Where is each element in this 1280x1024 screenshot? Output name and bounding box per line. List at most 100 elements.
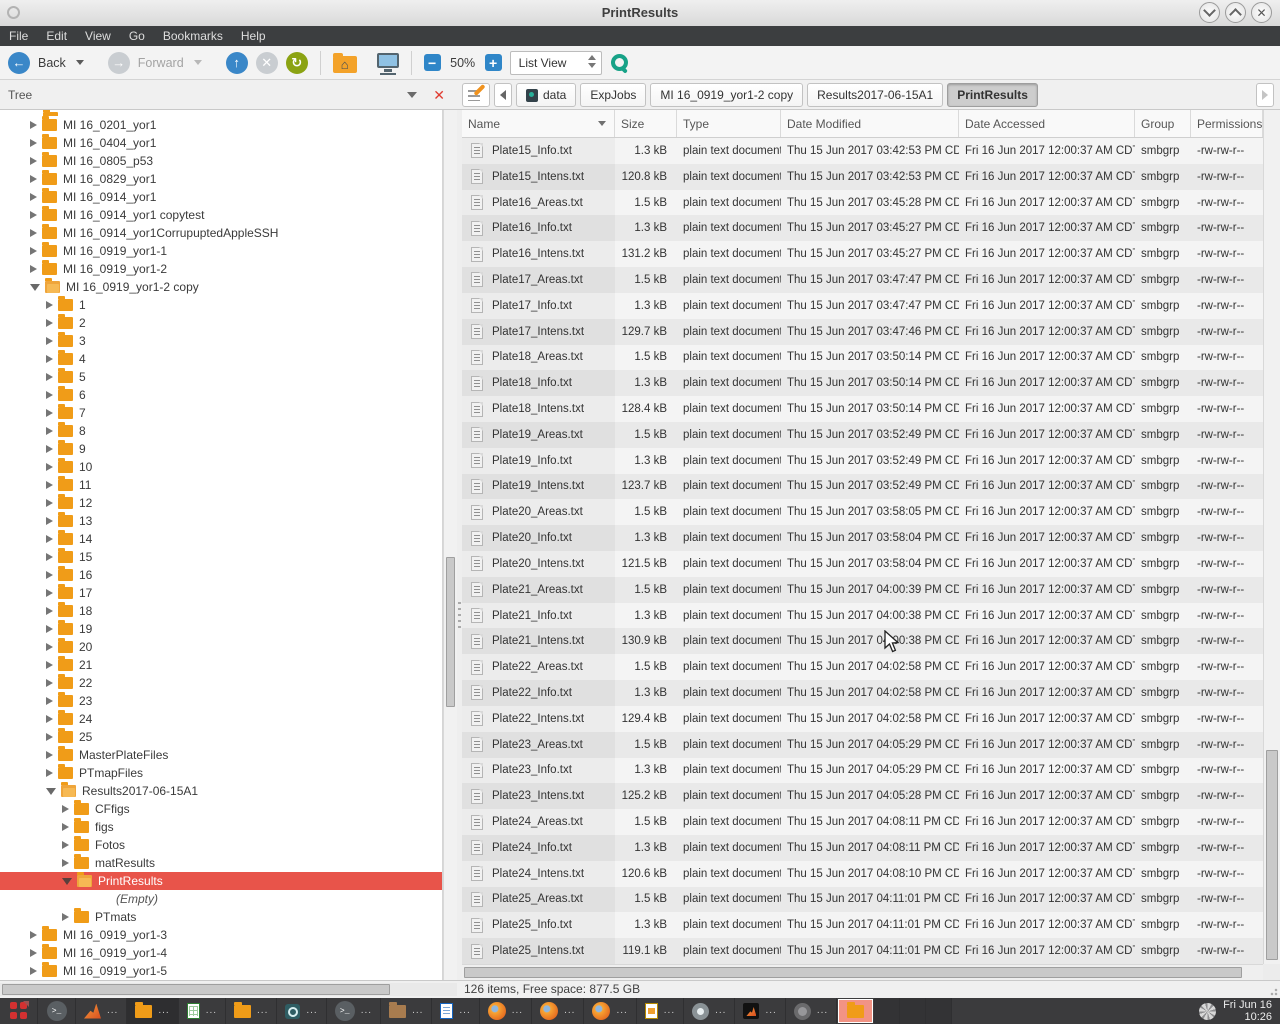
expand-icon[interactable]	[46, 643, 53, 651]
tree-item[interactable]: 17	[0, 584, 442, 602]
back-dropdown-icon[interactable]	[76, 60, 84, 65]
expand-icon[interactable]	[46, 733, 53, 741]
file-row[interactable]: Plate21_Intens.txt130.9 kBplain text doc…	[462, 628, 1263, 654]
file-row[interactable]: Plate21_Info.txt1.3 kBplain text documen…	[462, 603, 1263, 629]
taskbar-item[interactable]: ...	[480, 998, 532, 1024]
file-row[interactable]: Plate16_Areas.txt1.5 kBplain text docume…	[462, 190, 1263, 216]
tree-item[interactable]: MI 16_0914_yor1	[0, 188, 442, 206]
tree-item[interactable]: 22	[0, 674, 442, 692]
breadcrumb-scroll-right-button[interactable]	[1256, 83, 1274, 107]
tree-item[interactable]: 14	[0, 530, 442, 548]
taskbar-item[interactable]: ...	[786, 998, 837, 1024]
menu-item-help[interactable]: Help	[232, 26, 275, 46]
taskbar-item[interactable]: ...	[277, 998, 326, 1024]
expand-icon[interactable]	[30, 247, 37, 255]
expand-icon[interactable]	[30, 157, 37, 165]
tree-item[interactable]: 19	[0, 620, 442, 638]
expand-icon[interactable]	[30, 967, 37, 975]
file-row[interactable]: Plate17_Areas.txt1.5 kBplain text docume…	[462, 267, 1263, 293]
expand-icon[interactable]	[62, 805, 69, 813]
tree-item[interactable]: MI 16_0914_yor1CorrupuptedAppleSSH	[0, 224, 442, 242]
collapse-icon[interactable]	[30, 284, 40, 291]
desktop-button[interactable]	[377, 53, 399, 68]
tree-item[interactable]: MI 16_0919_yor1-2 copy	[0, 278, 442, 296]
tree-item[interactable]: 13	[0, 512, 442, 530]
file-row[interactable]: Plate24_Intens.txt120.6 kBplain text doc…	[462, 861, 1263, 887]
list-horizontal-scrollbar[interactable]	[462, 964, 1263, 980]
column-header-date-accessed[interactable]: Date Accessed	[959, 110, 1135, 137]
file-row[interactable]: Plate19_Info.txt1.3 kBplain text documen…	[462, 448, 1263, 474]
taskbar-item[interactable]: >_...	[327, 998, 381, 1024]
pinwheel-icon[interactable]	[1199, 1003, 1216, 1020]
tree-item[interactable]: MI 16_0201_yor1	[0, 116, 442, 134]
tree-item[interactable]: MI 16_0829_yor1	[0, 170, 442, 188]
file-row[interactable]: Plate19_Areas.txt1.5 kBplain text docume…	[462, 422, 1263, 448]
file-row[interactable]: Plate25_Intens.txt119.1 kBplain text doc…	[462, 938, 1263, 964]
list-vertical-scrollbar[interactable]	[1263, 110, 1280, 964]
expand-icon[interactable]	[30, 193, 37, 201]
close-button[interactable]: ✕	[1251, 2, 1272, 23]
expand-icon[interactable]	[46, 679, 53, 687]
file-row[interactable]: Plate20_Info.txt1.3 kBplain text documen…	[462, 525, 1263, 551]
expand-icon[interactable]	[46, 715, 53, 723]
expand-icon[interactable]	[46, 769, 53, 777]
expand-icon[interactable]	[46, 589, 53, 597]
expand-icon[interactable]	[46, 319, 53, 327]
search-button[interactable]	[610, 53, 630, 73]
file-row[interactable]: Plate20_Intens.txt121.5 kBplain text doc…	[462, 551, 1263, 577]
expand-icon[interactable]	[62, 859, 69, 867]
file-row[interactable]: Plate17_Intens.txt129.7 kBplain text doc…	[462, 319, 1263, 345]
column-header-date-modified[interactable]: Date Modified	[781, 110, 959, 137]
tree-item[interactable]: 2	[0, 314, 442, 332]
zoom-in-button[interactable]: +	[485, 54, 502, 71]
tree-item[interactable]: Results2017-06-15A1	[0, 782, 442, 800]
tree-item[interactable]: figs	[0, 818, 442, 836]
taskbar-item[interactable]: ...	[532, 998, 584, 1024]
expand-icon[interactable]	[46, 625, 53, 633]
taskbar-item[interactable]: >_	[38, 998, 76, 1024]
menu-item-edit[interactable]: Edit	[37, 26, 76, 46]
collapse-icon[interactable]	[46, 788, 56, 795]
expand-icon[interactable]	[30, 121, 37, 129]
forward-label[interactable]: Forward	[138, 56, 184, 70]
tree-item[interactable]: MasterPlateFiles	[0, 746, 442, 764]
expand-icon[interactable]	[62, 841, 69, 849]
tree-item[interactable]: 6	[0, 386, 442, 404]
expand-icon[interactable]	[46, 571, 53, 579]
tree-item[interactable]: MI 16_0404_yor1	[0, 134, 442, 152]
tree-item[interactable]: 25	[0, 728, 442, 746]
file-row[interactable]: Plate17_Info.txt1.3 kBplain text documen…	[462, 293, 1263, 319]
tree-item[interactable]: Fotos	[0, 836, 442, 854]
tree-item[interactable]: MI 16_0919_yor1-4	[0, 944, 442, 962]
tree-item[interactable]: 7	[0, 404, 442, 422]
tree-item[interactable]: 23	[0, 692, 442, 710]
tree-item[interactable]: 10	[0, 458, 442, 476]
tree-panel-close-icon[interactable]: ✕	[433, 88, 445, 102]
file-row[interactable]: Plate16_Info.txt1.3 kBplain text documen…	[462, 215, 1263, 241]
tree-item[interactable]: 1	[0, 296, 442, 314]
taskbar-item[interactable]: ...	[179, 998, 226, 1024]
expand-icon[interactable]	[46, 499, 53, 507]
file-row[interactable]: Plate24_Info.txt1.3 kBplain text documen…	[462, 835, 1263, 861]
edit-path-button[interactable]	[462, 83, 490, 107]
expand-icon[interactable]	[46, 427, 53, 435]
tree-item[interactable]: 18	[0, 602, 442, 620]
expand-icon[interactable]	[30, 265, 37, 273]
breadcrumb-scroll-left-button[interactable]	[494, 83, 512, 107]
tree-item[interactable]: 24	[0, 710, 442, 728]
expand-icon[interactable]	[30, 229, 37, 237]
tree-item[interactable]: 9	[0, 440, 442, 458]
expand-icon[interactable]	[46, 391, 53, 399]
file-row[interactable]: Plate18_Info.txt1.3 kBplain text documen…	[462, 370, 1263, 396]
file-row[interactable]: Plate18_Areas.txt1.5 kBplain text docume…	[462, 345, 1263, 371]
file-row[interactable]: Plate21_Areas.txt1.5 kBplain text docume…	[462, 577, 1263, 603]
file-row[interactable]: Plate19_Intens.txt123.7 kBplain text doc…	[462, 474, 1263, 500]
up-button[interactable]: ↑	[226, 52, 248, 74]
expand-icon[interactable]	[46, 661, 53, 669]
taskbar-item[interactable]: ...	[684, 998, 735, 1024]
file-row[interactable]: Plate22_Areas.txt1.5 kBplain text docume…	[462, 654, 1263, 680]
expand-icon[interactable]	[46, 445, 53, 453]
breadcrumb-item[interactable]: Results2017-06-15A1	[807, 83, 943, 107]
file-row[interactable]: Plate20_Areas.txt1.5 kBplain text docume…	[462, 499, 1263, 525]
clock[interactable]: Fri Jun 16 10:26	[1223, 999, 1272, 1023]
